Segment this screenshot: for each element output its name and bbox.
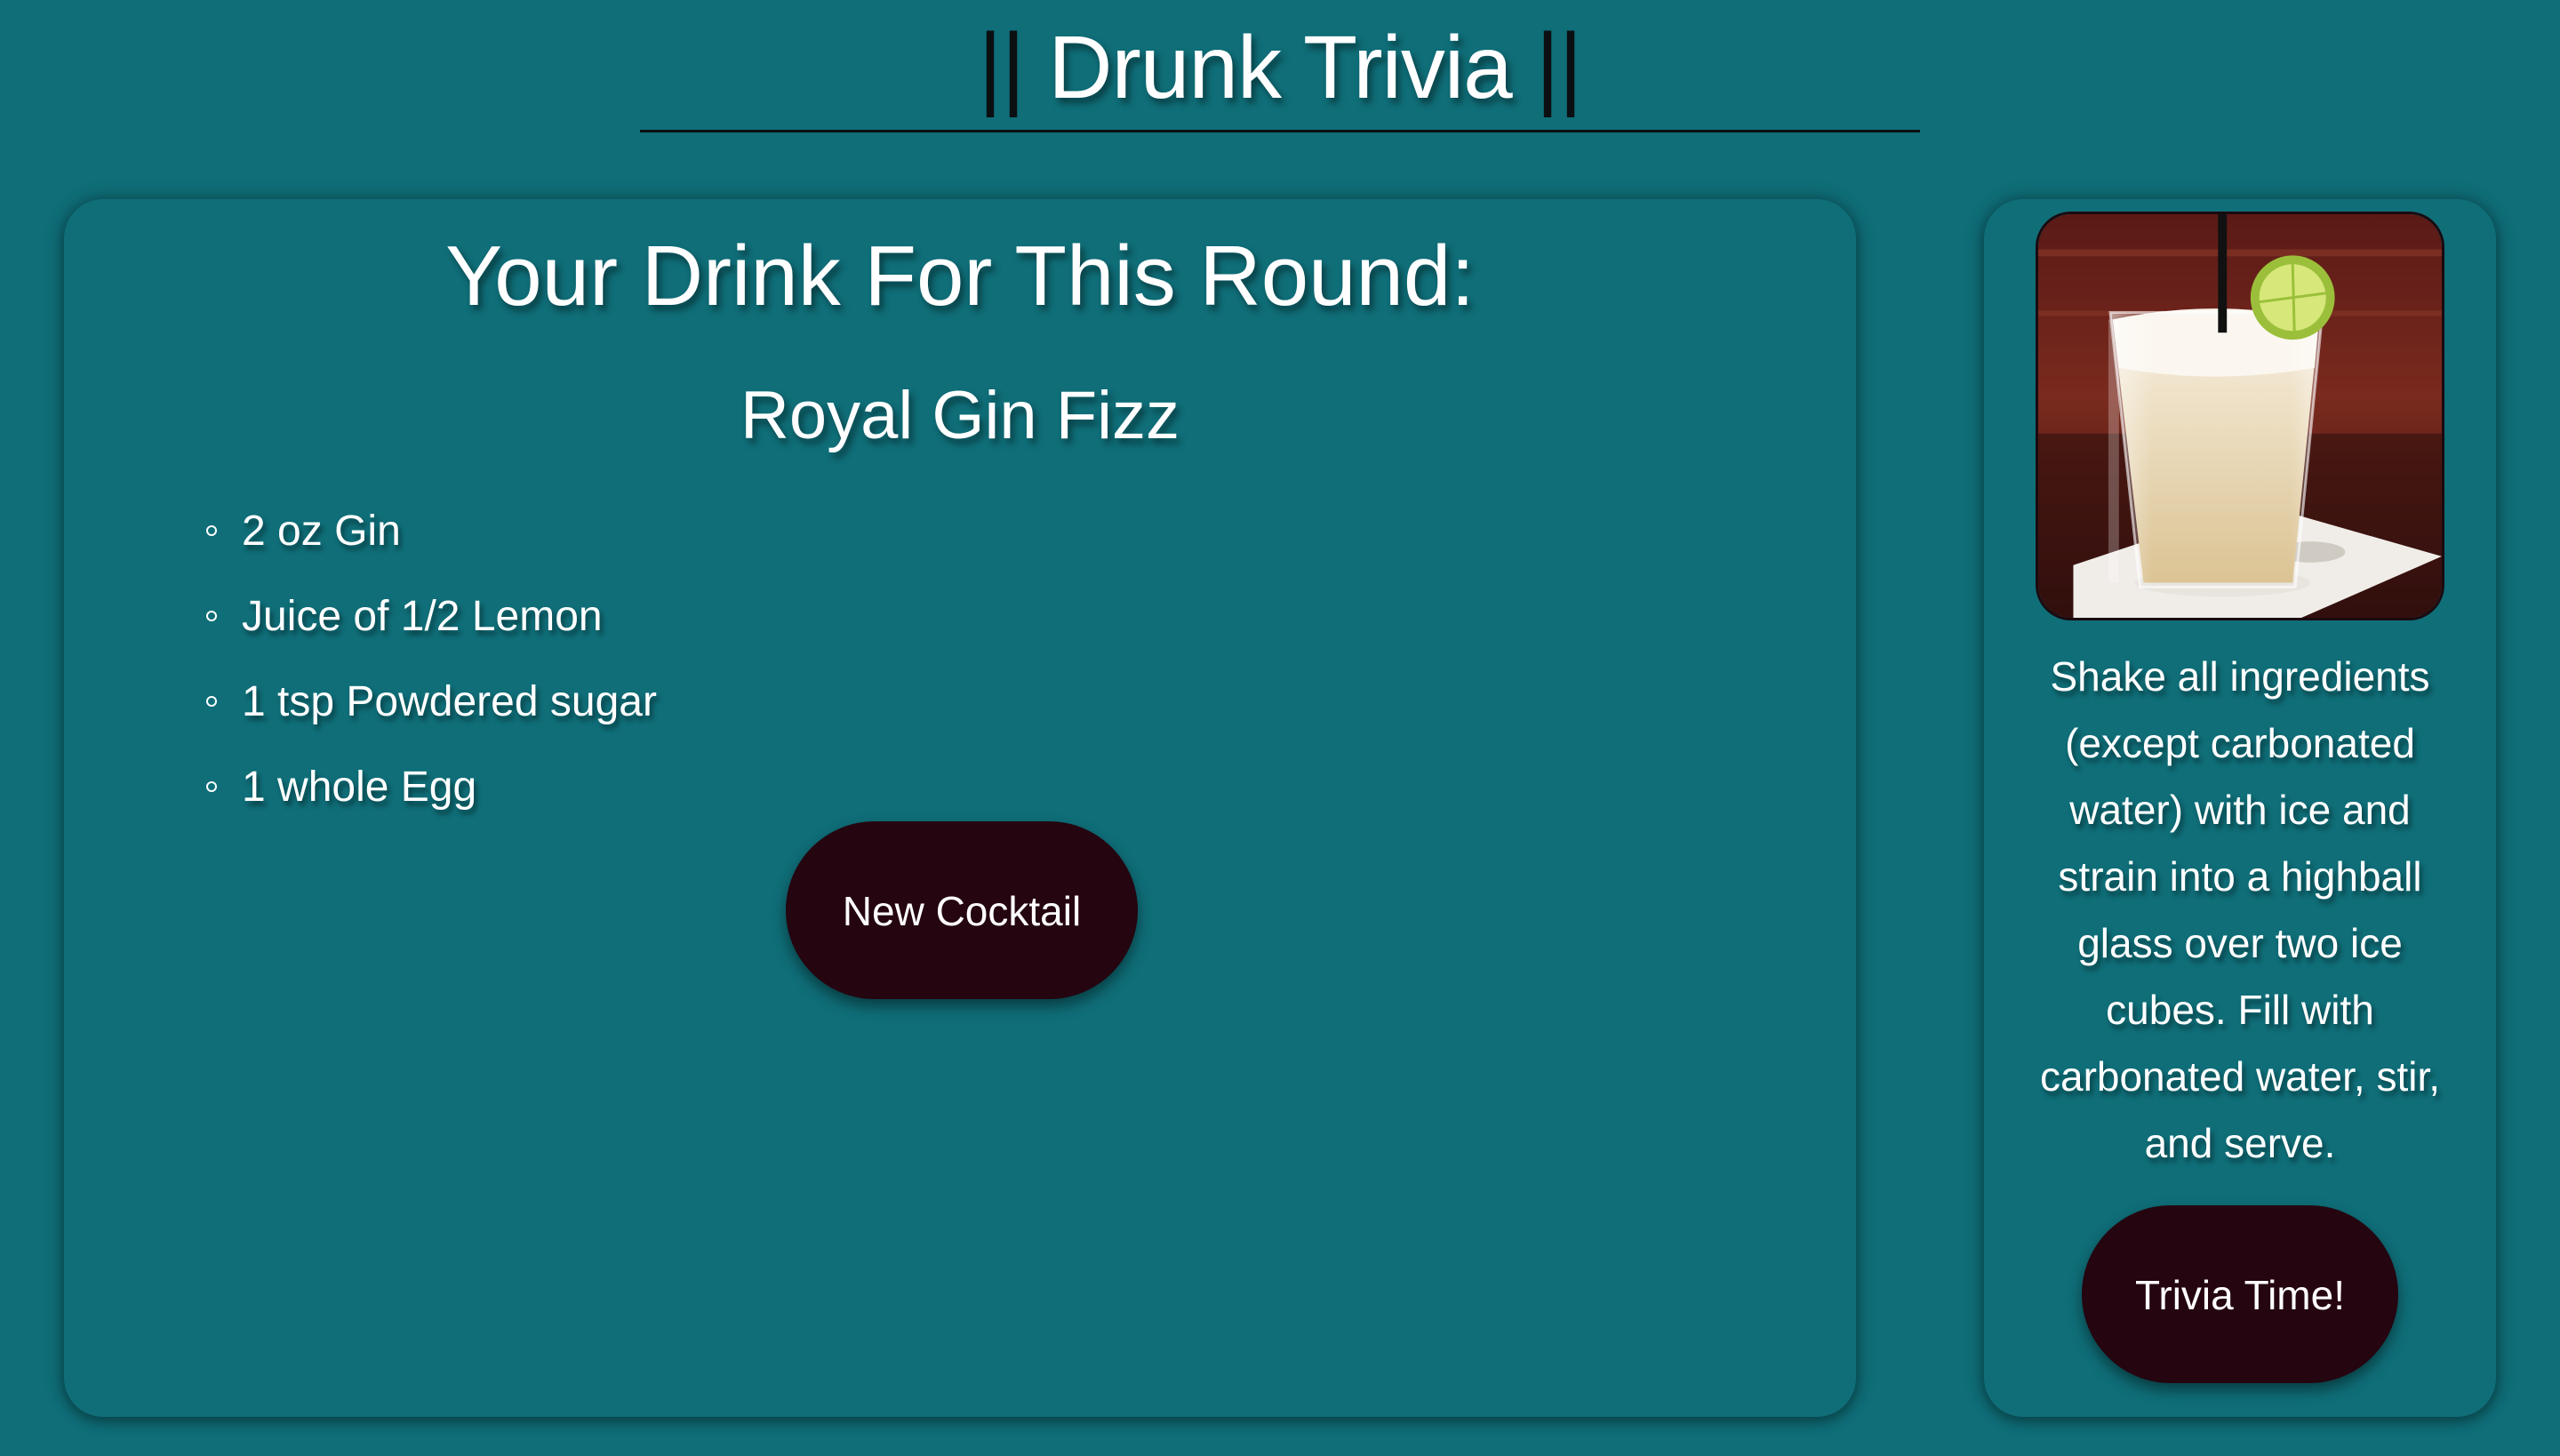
page: || Drunk Trivia || Your Drink For This R… [0,0,2560,1456]
drink-name: Royal Gin Fizz [740,378,1180,453]
bullet-icon [206,525,217,536]
drink-panel: Your Drink For This Round: Royal Gin Fiz… [64,199,1856,1417]
ingredient-text: Juice of 1/2 Lemon [242,593,603,640]
instructions-text: Shake all ingredients (except carbonated… [2039,653,2441,1166]
site-title: || Drunk Trivia || [640,0,1920,120]
cocktail-photo [2036,212,2444,620]
cocktail-photo-drawing [2038,214,2442,618]
title-suffix-bars: || [1535,15,1583,118]
instructions-panel: Shake all ingredients (except carbonated… [1984,199,2496,1417]
header-divider [640,130,1920,132]
ingredient-list: 2 oz Gin Juice of 1/2 Lemon 1 tsp Powder… [206,489,657,830]
ingredient-text: 1 whole Egg [242,764,477,811]
ingredient-item: 2 oz Gin [206,489,657,574]
ingredient-item: 1 whole Egg [206,745,657,830]
ingredient-text: 2 oz Gin [242,508,401,555]
bullet-icon [206,611,217,621]
ingredient-item: Juice of 1/2 Lemon [206,574,657,660]
title-prefix-bars: || [978,15,1025,118]
site-title-text: Drunk Trivia [1048,18,1512,117]
ingredient-text: 1 tsp Powdered sugar [242,678,657,725]
bullet-icon [206,781,217,792]
trivia-time-button[interactable]: Trivia Time! [2082,1205,2398,1383]
new-cocktail-button[interactable]: New Cocktail [786,821,1138,999]
ingredient-item: 1 tsp Powdered sugar [206,660,657,745]
bullet-icon [206,696,217,707]
drink-heading: Your Drink For This Round: [445,228,1475,324]
site-header: || Drunk Trivia || [640,0,1920,133]
